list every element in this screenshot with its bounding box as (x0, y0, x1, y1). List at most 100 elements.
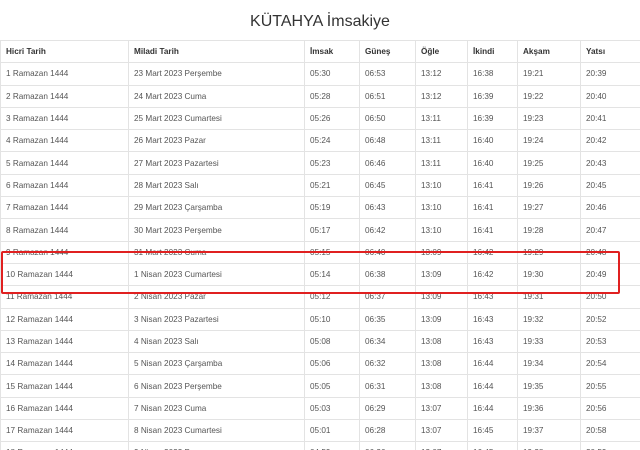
cell-hicri: 14 Ramazan 1444 (0, 352, 129, 376)
table-row: 3 Ramazan 1444 25 Mart 2023 Cumartesi 05:2… (0, 106, 640, 131)
cell-hicri: 18 Ramazan 1444 (0, 441, 129, 450)
cell-imsak: 05:12 (304, 285, 360, 309)
cell-miladi: 26 Mart 2023 Pazar (128, 129, 305, 153)
header-aksam: Akşam (517, 39, 581, 64)
cell-gunes: 06:34 (359, 329, 416, 354)
cell-yatsi: 20:50 (580, 285, 640, 309)
cell-hicri: 15 Ramazan 1444 (0, 374, 129, 398)
cell-imsak: 05:26 (304, 106, 360, 131)
table-row: 18 Ramazan 14449 Nisan 2023 Pazar04:5906… (0, 441, 640, 450)
cell-gunes: 06:35 (359, 307, 416, 331)
table-row: 8 Ramazan 1444 30 Mart 2023 Perşembe 05:17… (0, 218, 640, 242)
cell-ogle: 13:09 (415, 262, 468, 287)
cell-ikindi: 16:38 (467, 62, 518, 86)
cell-miladi: 29 Mart 2023 Çarşamba (128, 196, 305, 220)
cell-gunes: 06:46 (359, 151, 416, 175)
cell-yatsi: 20:47 (580, 218, 640, 242)
cell-ogle: 13:08 (415, 374, 468, 398)
table-row: 16 Ramazan 1444 7 Nisan 2023 Cuma 05:03 06:… (0, 396, 640, 421)
cell-ogle: 13:09 (415, 307, 468, 331)
header-miladi-tarih: Miladi Tarih (128, 39, 305, 64)
cell-miladi: 24 Mart 2023 Cuma (128, 84, 305, 108)
cell-hicri: 5 Ramazan 1444 (0, 151, 129, 175)
cell-ikindi: 16:45 (467, 441, 518, 450)
cell-hicri: 3 Ramazan 1444 (0, 106, 129, 131)
cell-ogle: 13:10 (415, 173, 468, 198)
cell-ogle: 13:11 (415, 129, 468, 153)
cell-gunes: 06:31 (359, 374, 416, 398)
header-gunes: Güneş (359, 39, 416, 64)
cell-imsak: 05:21 (304, 173, 360, 198)
cell-yatsi: 20:48 (580, 240, 640, 264)
cell-ogle: 13:11 (415, 151, 468, 175)
table-row: 9 Ramazan 1444 31 Mart 2023 Cuma 05:15 06:4… (0, 240, 640, 264)
page-title: KÜTAHYA İmsakiye (250, 13, 390, 30)
cell-ogle: 13:09 (415, 285, 468, 309)
header-ogle: Öğle (415, 39, 468, 64)
cell-gunes: 06:45 (359, 173, 416, 198)
cell-hicri: 13 Ramazan 1444 (0, 329, 129, 354)
table-row: 13 Ramazan 1444 4 Nisan 2023 Salı 05:08 06:… (0, 329, 640, 354)
cell-imsak: 05:19 (304, 196, 360, 220)
cell-imsak: 05:14 (304, 262, 360, 287)
table-row: 17 Ramazan 1444 8 Nisan 2023 Cumartesi 05:… (0, 419, 640, 443)
cell-ikindi: 16:42 (467, 262, 518, 287)
table-row: 10 Ramazan 1444 1 Nisan 2023 Cumartesi 05:… (0, 262, 640, 287)
cell-aksam: 19:30 (517, 262, 581, 287)
cell-yatsi: 20:42 (580, 129, 640, 153)
cell-ikindi: 16:44 (467, 396, 518, 421)
table-row: 11 Ramazan 1444 2 Nisan 2023 Pazar 05:12 06… (0, 285, 640, 309)
table-body: 1 Ramazan 1444 23 Mart 2023 Perşembe 05:30… (0, 62, 640, 450)
cell-yatsi: 20:55 (580, 374, 640, 398)
cell-ogle: 13:08 (415, 329, 468, 354)
table-row: 15 Ramazan 1444 6 Nisan 2023 Perşembe 05:0… (0, 374, 640, 398)
cell-gunes: 06:38 (359, 262, 416, 287)
cell-ikindi: 16:39 (467, 106, 518, 131)
cell-ikindi: 16:41 (467, 218, 518, 242)
cell-miladi: 2 Nisan 2023 Pazar (128, 285, 305, 309)
cell-ogle: 13:10 (415, 196, 468, 220)
header-hicri-tarih: Hicri Tarih (0, 39, 129, 64)
cell-yatsi: 20:40 (580, 84, 640, 108)
table-row: 1 Ramazan 1444 23 Mart 2023 Perşembe 05:30… (0, 62, 640, 86)
cell-yatsi: 20:45 (580, 173, 640, 198)
cell-yatsi: 20:58 (580, 419, 640, 443)
cell-ikindi: 16:43 (467, 307, 518, 331)
cell-miladi: 31 Mart 2023 Cuma (128, 240, 305, 264)
cell-ikindi: 16:40 (467, 129, 518, 153)
cell-ogle: 13:11 (415, 106, 468, 131)
cell-imsak: 04:59 (304, 441, 360, 450)
cell-ikindi: 16:40 (467, 151, 518, 175)
cell-gunes: 06:51 (359, 84, 416, 108)
cell-gunes: 06:32 (359, 352, 416, 376)
cell-gunes: 06:43 (359, 196, 416, 220)
cell-gunes: 06:40 (359, 240, 416, 264)
cell-ogle: 13:07 (415, 441, 468, 450)
cell-yatsi: 20:56 (580, 396, 640, 421)
cell-imsak: 05:08 (304, 329, 360, 354)
cell-gunes: 06:48 (359, 129, 416, 153)
cell-imsak: 05:23 (304, 151, 360, 175)
table-row: 12 Ramazan 1444 3 Nisan 2023 Pazartesi 05:… (0, 307, 640, 331)
cell-ikindi: 16:45 (467, 419, 518, 443)
cell-aksam: 19:26 (517, 173, 581, 198)
cell-aksam: 19:34 (517, 352, 581, 376)
table-row: 6 Ramazan 1444 28 Mart 2023 Salı 05:21 06:4… (0, 173, 640, 198)
cell-hicri: 9 Ramazan 1444 (0, 240, 129, 264)
header-ikindi: İkindi (467, 39, 518, 64)
cell-hicri: 11 Ramazan 1444 (0, 285, 129, 309)
imsakiye-table-container: Hicri Tarih Miladi Tarih İmsak Güneş Öğl… (0, 39, 640, 450)
cell-yatsi: 20:59 (580, 441, 640, 450)
cell-ikindi: 16:44 (467, 374, 518, 398)
header-yatsi: Yatsı (580, 39, 640, 64)
cell-ikindi: 16:42 (467, 240, 518, 264)
cell-miladi: 5 Nisan 2023 Çarşamba (128, 352, 305, 376)
table-row: 7 Ramazan 1444 29 Mart 2023 Çarşamba 05:19… (0, 196, 640, 220)
table-row: 4 Ramazan 1444 26 Mart 2023 Pazar 05:24 06:… (0, 129, 640, 153)
cell-aksam: 19:25 (517, 151, 581, 175)
cell-miladi: 3 Nisan 2023 Pazartesi (128, 307, 305, 331)
cell-ogle: 13:10 (415, 218, 468, 242)
cell-aksam: 19:28 (517, 218, 581, 242)
cell-miladi: 4 Nisan 2023 Salı (128, 329, 305, 354)
cell-aksam: 19:22 (517, 84, 581, 108)
